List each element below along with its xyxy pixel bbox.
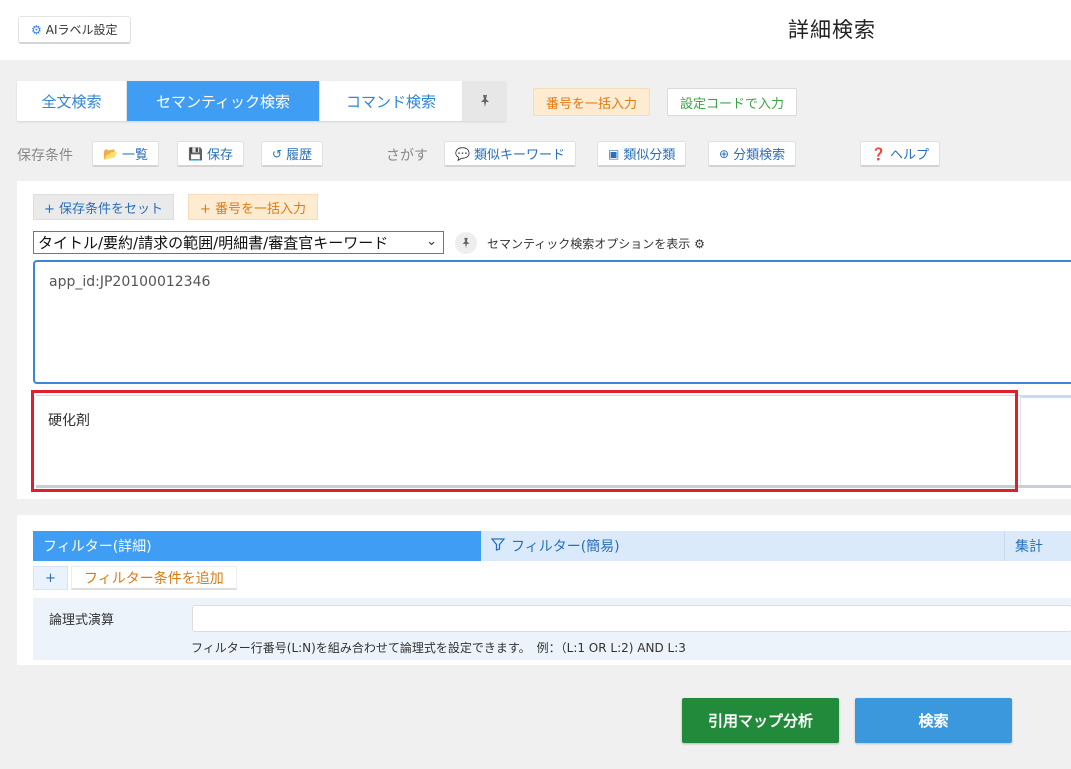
gear-icon: ⚙ <box>31 22 42 37</box>
help-label: ヘルプ <box>889 148 929 163</box>
history-label: 履歴 <box>286 148 313 163</box>
saved-conditions-label: 保存条件 <box>17 148 73 164</box>
page-title: 詳細検索 <box>788 18 876 42</box>
keyword-side-area <box>1020 395 1071 485</box>
top-bar <box>0 0 1071 60</box>
help-button[interactable]: ❓ ヘルプ <box>860 141 940 167</box>
tab-filter-detail[interactable]: フィルター(詳細) <box>33 531 481 561</box>
tab-command[interactable]: コマンド検索 <box>320 81 463 121</box>
bulk-number-input-button[interactable]: + 番号を一括入力 <box>188 194 319 220</box>
find-label: さがす <box>386 148 428 164</box>
semantic-options-toggle[interactable]: セマンティック検索オプションを表示 ⚙ <box>487 235 705 252</box>
logic-expression-input[interactable] <box>192 605 1071 632</box>
class-search-label: 分類検索 <box>733 148 786 163</box>
bulk-number-button[interactable]: 番号を一括入力 <box>533 88 651 116</box>
logic-expression-label: 論理式演算 <box>49 613 115 628</box>
tab-aggregate[interactable]: 集計 <box>1004 531 1071 561</box>
comment-icon: 💬 <box>455 146 470 161</box>
save-label: 保存 <box>206 148 233 163</box>
citation-map-button[interactable]: 引用マップ分析 <box>682 698 839 743</box>
chevron-down-icon: ⌄ <box>426 234 437 249</box>
add-filter-plus-button[interactable]: + <box>33 566 68 590</box>
setting-code-button[interactable]: 設定コードで入力 <box>667 88 798 116</box>
save-button[interactable]: 💾 保存 <box>177 141 244 167</box>
tab-semantic[interactable]: セマンティック検索 <box>127 81 320 121</box>
ai-label-settings-label: AIラベル設定 <box>45 23 118 37</box>
similar-class-label: 類似分類 <box>623 148 676 163</box>
saved-list-label: 一覧 <box>121 148 148 163</box>
saved-list-button[interactable]: 📂 一覧 <box>92 141 159 167</box>
add-filter-condition-button[interactable]: フィルター条件を追加 <box>71 566 237 590</box>
pin-icon[interactable] <box>463 81 506 121</box>
class-search-button[interactable]: ⊕ 分類検索 <box>708 141 797 167</box>
logic-expression-hint: フィルター行番号(L:N)を組み合わせて論理式を設定できます。 例：（L:1 O… <box>191 641 686 655</box>
floppy-icon: 💾 <box>188 146 203 161</box>
search-mode-tabs: 全文検索 セマンティック検索 コマンド検索 <box>17 81 506 121</box>
question-circle-icon: ❓ <box>871 146 886 161</box>
field-select[interactable]: タイトル/要約/請求の範囲/明細書/審査官キーワード ⌄ <box>33 231 444 254</box>
ai-label-settings-button[interactable]: ⚙ AIラベル設定 <box>18 16 131 44</box>
tab-filter-simple[interactable]: フィルター(簡易) <box>481 531 1004 561</box>
history-icon: ↺ <box>272 146 283 161</box>
similar-keyword-button[interactable]: 💬 類似キーワード <box>444 141 576 167</box>
filter-funnel-icon <box>490 537 506 555</box>
cog-icon: ⚙ <box>694 237 705 251</box>
set-saved-conditions-button[interactable]: + 保存条件をセット <box>33 194 175 220</box>
history-button[interactable]: ↺ 履歴 <box>261 141 324 167</box>
tab-filter-simple-label: フィルター(簡易) <box>511 539 620 555</box>
tab-fulltext[interactable]: 全文検索 <box>17 81 127 121</box>
search-button[interactable]: 検索 <box>855 698 1012 743</box>
keyword-textarea[interactable]: 硬化剤 <box>36 395 1071 488</box>
field-select-value: タイトル/要約/請求の範囲/明細書/審査官キーワード <box>38 234 389 252</box>
thumbtack-icon[interactable] <box>455 232 477 254</box>
sitemap-icon: ▣ <box>608 146 620 161</box>
semantic-options-label: セマンティック検索オプションを表示 <box>487 237 691 251</box>
query-textarea[interactable]: app_id:JP20100012346 <box>33 260 1071 384</box>
search-plus-icon: ⊕ <box>719 146 730 161</box>
similar-class-button[interactable]: ▣ 類似分類 <box>597 141 687 167</box>
similar-keyword-label: 類似キーワード <box>473 148 565 163</box>
folder-open-icon: 📂 <box>103 146 118 161</box>
